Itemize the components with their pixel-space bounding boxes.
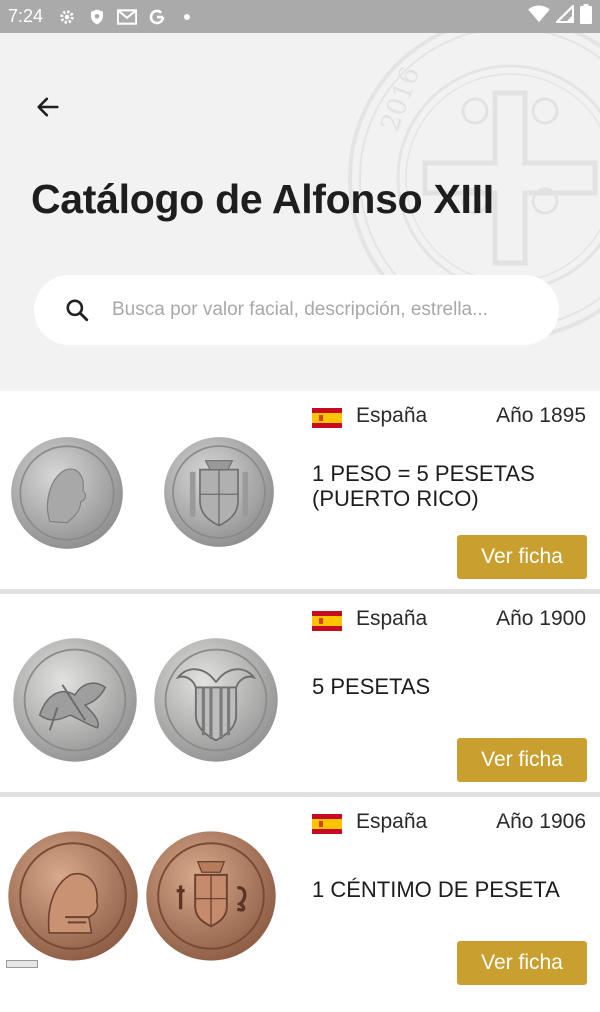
spain-flag-icon (312, 408, 342, 428)
status-bar: 7:24 (0, 0, 600, 33)
search-input[interactable] (112, 299, 532, 321)
spain-flag-icon (312, 814, 342, 834)
dot-icon (177, 7, 197, 27)
page-title: Catálogo de Alfonso XIII (31, 176, 494, 222)
gmail-icon (117, 7, 138, 27)
country-label: España (356, 404, 428, 427)
catalog-header: 2016 Catálogo de Alfonso XIII (0, 33, 600, 391)
photo-label-icon (6, 960, 38, 968)
coin-obverse-image (11, 437, 123, 549)
year-label: Año 1900 (496, 607, 586, 630)
coin-name: 1 CÉNTIMO DE PESETA (312, 877, 560, 902)
coin-card: España Año 1900 5 PESETAS Ver ficha (0, 594, 600, 797)
status-time: 7:24 (8, 6, 44, 26)
country-label: España (356, 810, 428, 833)
view-details-button[interactable]: Ver ficha (457, 738, 587, 782)
spain-flag-icon (312, 611, 342, 631)
coin-card: España Año 1895 1 PESO = 5 PESETAS (PUER… (0, 391, 600, 594)
google-icon (147, 7, 167, 27)
coin-reverse-image (154, 638, 278, 762)
shield-icon (87, 7, 107, 27)
wifi-icon (528, 5, 550, 28)
coin-reverse-image (164, 437, 274, 547)
battery-icon (580, 4, 592, 29)
status-indicators (528, 3, 592, 29)
view-details-button[interactable]: Ver ficha (457, 941, 587, 985)
coin-card: España Año 1906 1 CÉNTIMO DE PESETA Ver … (0, 797, 600, 1000)
year-label: Año 1895 (496, 404, 586, 427)
gear-icon (57, 7, 77, 27)
coin-name: 5 PESETAS (312, 674, 431, 699)
search-icon (66, 299, 89, 322)
back-button[interactable] (26, 85, 70, 129)
year-label: Año 1906 (496, 810, 586, 833)
coin-reverse-image (146, 831, 276, 961)
signal-icon (554, 3, 575, 28)
coin-name: 1 PESO = 5 PESETAS (PUERTO RICO) (312, 461, 535, 511)
country-label: España (356, 607, 428, 630)
search-bar[interactable] (34, 275, 559, 345)
coin-obverse-image (8, 831, 138, 961)
view-details-button[interactable]: Ver ficha (457, 535, 587, 579)
coin-list[interactable]: España Año 1895 1 PESO = 5 PESETAS (PUER… (0, 391, 600, 1012)
coin-obverse-image (13, 638, 137, 762)
arrow-left-icon (37, 97, 59, 117)
